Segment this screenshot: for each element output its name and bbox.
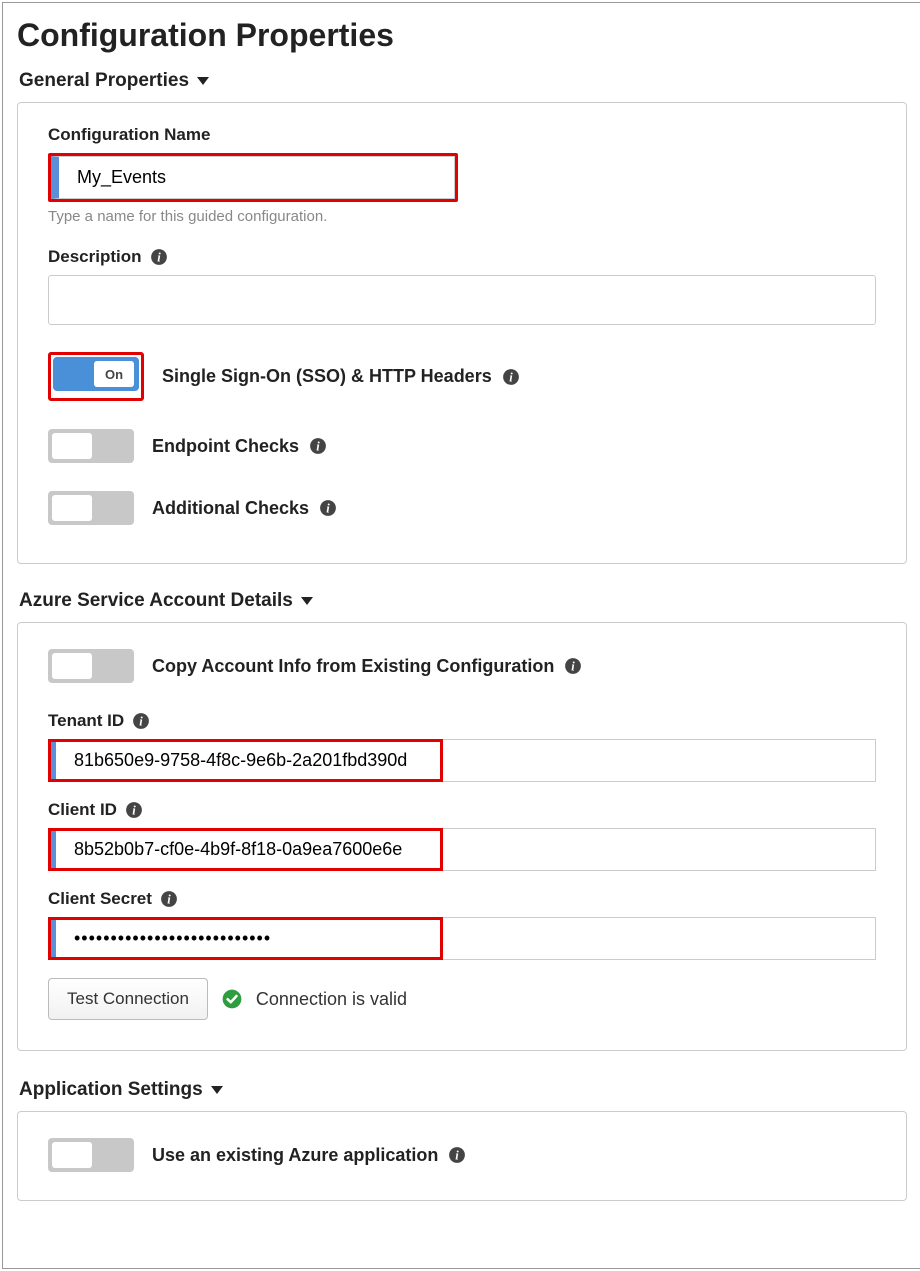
info-icon[interactable]: i [132, 712, 150, 730]
tenant-id-label-text: Tenant ID [48, 711, 124, 731]
config-name-field: Configuration Name Type a name for this … [48, 125, 876, 225]
client-secret-label-text: Client Secret [48, 889, 152, 909]
tenant-id-input[interactable] [48, 739, 876, 782]
use-existing-toggle-row: Use an existing Azure application i [48, 1138, 876, 1172]
description-label: Description i [48, 247, 876, 267]
sso-toggle-row: On Single Sign-On (SSO) & HTTP Headers i [48, 352, 876, 401]
sso-toggle-highlight: On [48, 352, 144, 401]
page-title: Configuration Properties [17, 17, 907, 54]
copy-toggle-label-text: Copy Account Info from Existing Configur… [152, 656, 554, 677]
use-existing-toggle-label-text: Use an existing Azure application [152, 1145, 438, 1166]
info-icon[interactable]: i [319, 499, 337, 517]
section-header-general[interactable]: General Properties [19, 70, 905, 92]
sso-toggle-label: Single Sign-On (SSO) & HTTP Headers i [162, 366, 520, 387]
section-header-azure-label: Azure Service Account Details [19, 590, 293, 612]
additional-toggle-label-text: Additional Checks [152, 498, 309, 519]
config-name-highlight [48, 153, 458, 202]
use-existing-toggle-label: Use an existing Azure application i [152, 1145, 466, 1166]
use-existing-toggle-knob [52, 1142, 92, 1168]
additional-toggle-row: Additional Checks i [48, 491, 876, 525]
client-id-wrapper [48, 828, 876, 871]
endpoint-toggle-knob [52, 433, 92, 459]
info-icon[interactable]: i [448, 1146, 466, 1164]
svg-text:i: i [509, 370, 513, 384]
endpoint-toggle-label-text: Endpoint Checks [152, 436, 299, 457]
section-header-appsettings-label: Application Settings [19, 1079, 203, 1101]
chevron-down-icon [301, 597, 313, 605]
config-name-input[interactable] [51, 156, 455, 199]
svg-text:i: i [572, 660, 576, 674]
config-name-helper: Type a name for this guided configuratio… [48, 208, 876, 225]
tenant-id-label: Tenant ID i [48, 711, 876, 731]
client-secret-wrapper [48, 917, 876, 960]
additional-toggle[interactable] [48, 491, 134, 525]
svg-text:i: i [157, 251, 161, 265]
additional-toggle-label: Additional Checks i [152, 498, 337, 519]
page-container: Configuration Properties General Propert… [2, 2, 920, 1269]
panel-azure: Copy Account Info from Existing Configur… [17, 622, 907, 1051]
endpoint-toggle[interactable] [48, 429, 134, 463]
svg-text:i: i [132, 804, 136, 818]
client-secret-field: Client Secret i [48, 889, 876, 960]
use-existing-toggle[interactable] [48, 1138, 134, 1172]
info-icon[interactable]: i [502, 368, 520, 386]
section-header-general-label: General Properties [19, 70, 189, 92]
client-id-input[interactable] [48, 828, 876, 871]
connection-status-text: Connection is valid [256, 989, 407, 1010]
info-icon[interactable]: i [564, 657, 582, 675]
sso-toggle-knob: On [94, 361, 134, 387]
description-label-text: Description [48, 247, 142, 267]
info-icon[interactable]: i [150, 248, 168, 266]
section-header-azure[interactable]: Azure Service Account Details [19, 590, 905, 612]
copy-toggle-row: Copy Account Info from Existing Configur… [48, 649, 876, 683]
sso-toggle[interactable]: On [53, 357, 139, 391]
copy-toggle[interactable] [48, 649, 134, 683]
svg-text:i: i [326, 502, 330, 516]
chevron-down-icon [197, 77, 209, 85]
panel-appsettings: Use an existing Azure application i [17, 1111, 907, 1201]
client-secret-input[interactable] [48, 917, 876, 960]
svg-text:i: i [139, 715, 143, 729]
check-circle-icon [222, 989, 242, 1009]
chevron-down-icon [211, 1086, 223, 1094]
sso-toggle-label-text: Single Sign-On (SSO) & HTTP Headers [162, 366, 492, 387]
copy-toggle-knob [52, 653, 92, 679]
client-id-field: Client ID i [48, 800, 876, 871]
description-field: Description i [48, 247, 876, 330]
test-connection-row: Test Connection Connection is valid [48, 978, 876, 1020]
svg-text:i: i [167, 893, 171, 907]
info-icon[interactable]: i [125, 801, 143, 819]
client-id-label: Client ID i [48, 800, 876, 820]
config-name-label: Configuration Name [48, 125, 876, 145]
additional-toggle-knob [52, 495, 92, 521]
svg-text:i: i [456, 1149, 460, 1163]
endpoint-toggle-label: Endpoint Checks i [152, 436, 327, 457]
svg-text:i: i [316, 440, 320, 454]
test-connection-button[interactable]: Test Connection [48, 978, 208, 1020]
client-id-label-text: Client ID [48, 800, 117, 820]
client-secret-label: Client Secret i [48, 889, 876, 909]
endpoint-toggle-row: Endpoint Checks i [48, 429, 876, 463]
section-header-appsettings[interactable]: Application Settings [19, 1079, 905, 1101]
description-input[interactable] [48, 275, 876, 325]
copy-toggle-label: Copy Account Info from Existing Configur… [152, 656, 582, 677]
tenant-id-field: Tenant ID i [48, 711, 876, 782]
panel-general: Configuration Name Type a name for this … [17, 102, 907, 564]
info-icon[interactable]: i [160, 890, 178, 908]
tenant-id-wrapper [48, 739, 876, 782]
info-icon[interactable]: i [309, 437, 327, 455]
